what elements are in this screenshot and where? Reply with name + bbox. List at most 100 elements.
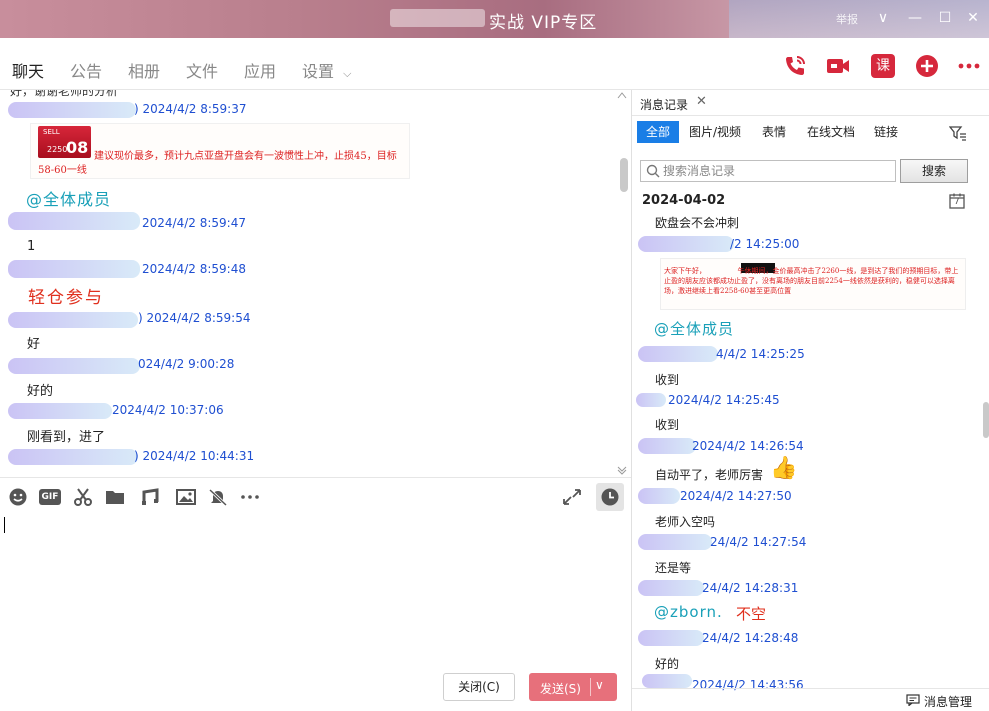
phone-icon[interactable] [783,54,807,78]
add-icon[interactable] [915,54,939,78]
calendar-icon[interactable]: 7 [949,193,965,209]
history-tab-header: 消息记录 ✕ [632,90,989,116]
filter-media[interactable]: 图片/视频 [680,121,750,143]
history-search-box[interactable] [640,160,896,182]
history-timestamp: 2024/4/2 14:27:50 [680,489,792,503]
filter-links[interactable]: 链接 [865,121,907,143]
tab-files[interactable]: 文件 [186,58,218,82]
scroll-down-icon[interactable] [617,465,627,475]
mention-all-text: @全体成员 [26,190,112,209]
message-text: 好，谢谢老师的分析 [10,90,119,98]
history-message-text: 收到 [655,418,680,432]
music-icon[interactable] [139,487,161,507]
chevron-down-icon: ⌵ [343,67,352,80]
message-text: 好 [27,337,41,352]
history-timestamp: /2 14:25:00 [730,237,800,251]
filter-stickers[interactable]: 表情 [753,121,795,143]
expand-icon[interactable] [561,487,583,507]
sender-name [642,674,692,688]
filter-docs[interactable]: 在线文档 [798,121,864,143]
sender-name [638,580,704,596]
message-text: 刚看到，进了 [27,430,106,445]
sender-name [8,403,112,419]
sender-name [8,212,140,230]
text-caret [4,517,5,533]
history-timestamp: 24/4/2 14:27:54 [710,535,807,549]
history-date-header: 2024-04-02 [642,193,726,208]
mention-all-text: @全体成员 [654,320,735,338]
sender-name [638,236,734,252]
message-text: 1 [27,239,36,254]
clock-icon [601,488,619,506]
history-message-text: 老师入空吗 [655,515,716,529]
sender-name [638,438,696,454]
close-icon[interactable]: ✕ [696,94,707,109]
gif-icon[interactable]: GIF [39,489,61,505]
filter-all[interactable]: 全部 [637,121,680,143]
tab-chat[interactable]: 聊天 [12,58,45,95]
sender-name [8,312,138,328]
filter-icon[interactable] [949,125,967,141]
message-manage-icon [906,694,920,706]
history-message-text: 好的 [655,657,680,671]
history-search-input[interactable] [663,162,891,180]
tab-apps[interactable]: 应用 [244,58,276,82]
thumbs-up-icon: 👍 [770,456,798,481]
scissors-icon[interactable] [72,487,94,507]
emoji-icon[interactable] [7,487,29,507]
message-timestamp: ) 2024/4/2 10:44:31 [134,449,255,463]
chat-scrollbar[interactable] [620,158,628,192]
history-scrollbar[interactable] [983,402,989,438]
history-footer: 消息管理 [632,688,989,711]
history-message-text: 收到 [655,373,680,387]
folder-icon[interactable] [104,487,126,507]
report-link[interactable]: 举报 [836,11,858,27]
history-toggle-button[interactable] [596,483,624,511]
tab-announcement[interactable]: 公告 [70,58,102,82]
history-tab[interactable]: 消息记录 [640,96,688,113]
sender-name [638,534,712,550]
send-options-chevron-icon[interactable]: ∨ [595,678,604,692]
sender-name [638,346,718,362]
more-icon[interactable] [239,487,261,507]
history-image-text: 大家下午好， 午休期间，金价最高冲击了2260一线，是到达了我们的预期目标，带上… [664,267,959,295]
calendar-day: 7 [954,197,960,207]
image-icon[interactable] [175,487,197,507]
history-search-button[interactable]: 搜索 [900,159,968,183]
scroll-up-icon[interactable] [617,91,627,99]
message-timestamp: ) 2024/4/2 8:59:54 [138,311,251,325]
mention-user-text: @zborn. [654,603,723,621]
bell-off-icon[interactable] [207,487,229,507]
history-message-text: 自动平了，老师厉害 [655,468,764,482]
history-image[interactable]: 大家下午好， 午休期间，金价最高冲击了2260一线，是到达了我们的预期目标，带上… [660,258,966,310]
chat-message-list[interactable]: 好，谢谢老师的分析 ) 2024/4/2 8:59:37 SELL 2250 0… [0,90,631,477]
window-title: 实战 VIP专区 [489,13,598,33]
sender-name [8,449,138,465]
message-timestamp: 2024/4/2 8:59:48 [142,262,246,276]
more-icon[interactable] [957,54,981,78]
history-timestamp: 24/4/2 14:28:48 [702,631,799,645]
image-text: 建议现价最多，预计九点亚盘开盘会有一波惯性上冲，止损45，目标58-60一线 [38,151,397,176]
tab-album[interactable]: 相册 [128,58,160,82]
tab-settings-label: 设置 [302,62,335,81]
message-input[interactable] [0,515,631,675]
maximize-button[interactable]: ☐ [934,8,956,28]
message-timestamp: 2024/4/2 10:37:06 [112,403,224,417]
main-toolbar: 聊天 公告 相册 文件 应用 设置 ⌵ 课 [0,38,989,95]
message-timestamp: ) 2024/4/2 8:59:37 [134,102,247,116]
message-text: 好的 [27,384,54,399]
message-manage-link[interactable]: 消息管理 [924,693,972,710]
lesson-icon[interactable]: 课 [871,54,895,78]
message-image[interactable]: SELL 2250 08 建议现价最多，预计九点亚盘开盘会有一波惯性上冲，止损4… [30,123,410,179]
tab-settings[interactable]: 设置 ⌵ [302,58,351,82]
send-button[interactable]: 发送(S) ∨ [529,673,617,701]
input-toolbar: GIF [0,477,631,515]
video-icon[interactable] [826,54,850,78]
close-chat-button[interactable]: 关闭(C) [443,673,515,701]
history-timestamp: 4/4/2 14:25:25 [716,347,805,361]
sell-label: SELL [43,128,60,136]
minimize-button[interactable]: — [904,8,926,28]
blurred-avatar [390,9,485,27]
close-button[interactable]: ✕ [962,8,984,28]
chevron-down-icon[interactable]: ∨ [872,8,894,28]
